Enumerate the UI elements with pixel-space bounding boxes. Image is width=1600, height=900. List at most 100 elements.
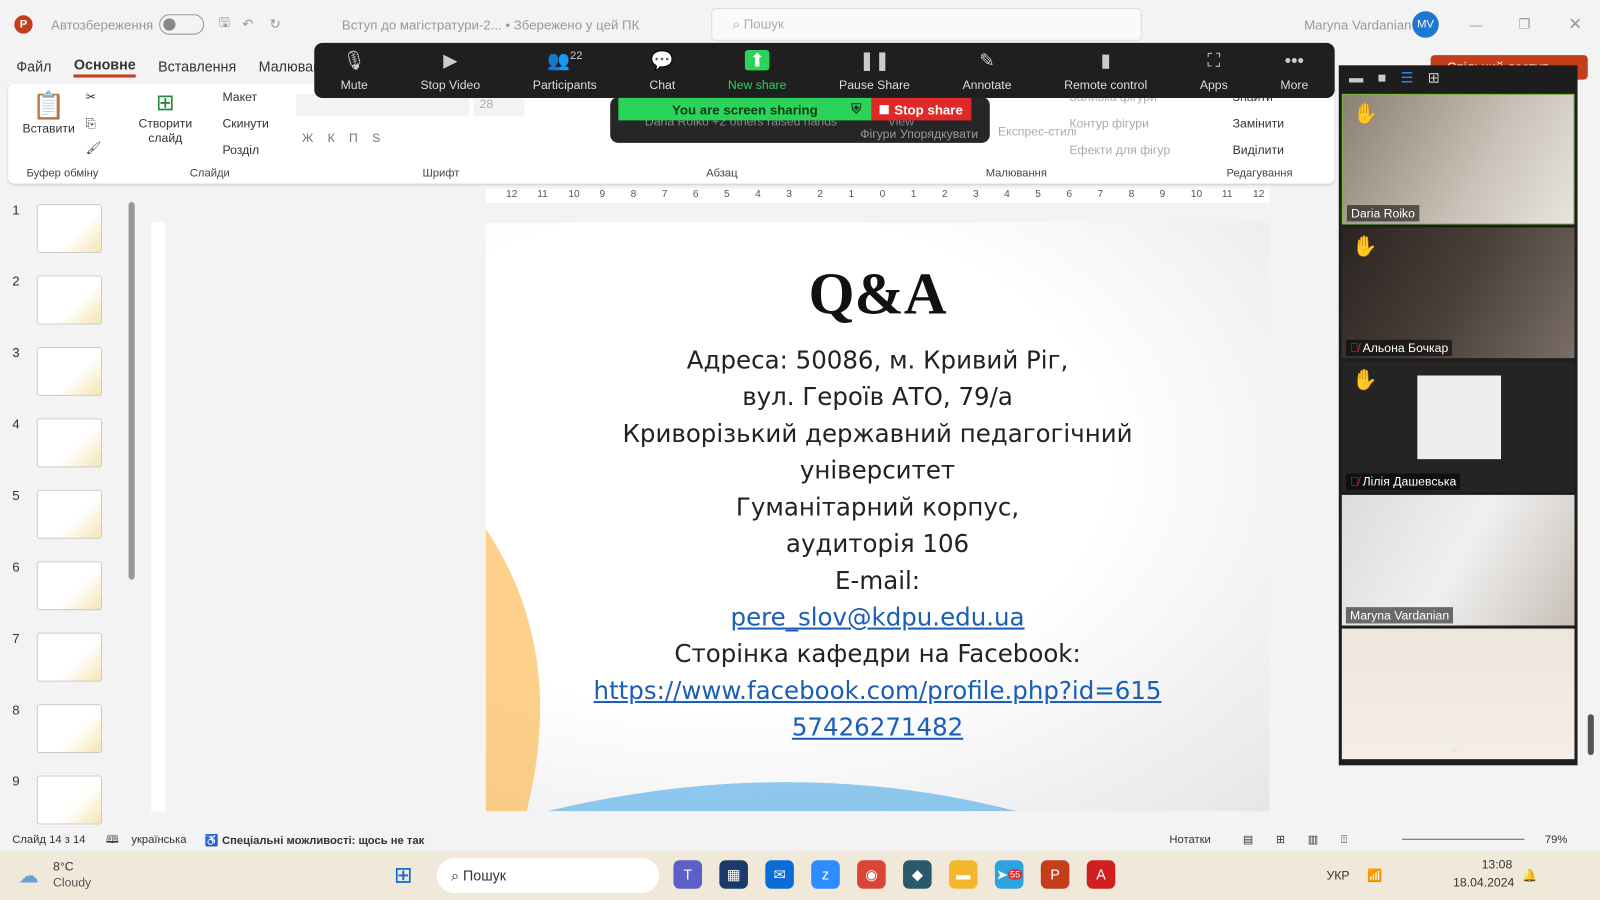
slide-canvas[interactable]: Q&A Адреса: 50086, м. Кривий Ріг, вул. Ге…: [485, 222, 1270, 812]
slide-number: 3: [12, 344, 20, 361]
clock-date[interactable]: 18.04.2024: [1453, 876, 1514, 890]
close-button[interactable]: ✕: [1568, 14, 1582, 34]
slide-thumbnail[interactable]: [36, 775, 103, 825]
cut-icon[interactable]: ✂: [86, 90, 96, 104]
zoom-slider[interactable]: [1402, 838, 1525, 840]
language[interactable]: українська: [131, 834, 186, 846]
zoom-stop-video-button[interactable]: ▶ Stop Video: [420, 49, 480, 91]
arrange-button[interactable]: Упорядкувати: [900, 127, 978, 141]
spellcheck-icon[interactable]: 🕮: [106, 830, 119, 849]
participant-video-tile[interactable]: [1341, 628, 1575, 760]
folder-icon[interactable]: ▬: [948, 860, 978, 889]
clock-time[interactable]: 13:08: [1482, 857, 1513, 871]
doc-title[interactable]: Вступ до магістратури-2... • Збережено у…: [342, 17, 639, 32]
redo-icon[interactable]: ↻: [270, 16, 281, 32]
copy-icon[interactable]: ⎘: [86, 116, 96, 131]
scroll-down-icon[interactable]: ⌄: [1449, 741, 1459, 755]
shapes-button[interactable]: Фігури: [860, 127, 896, 141]
autosave-label: Автозбереження: [51, 16, 154, 33]
notification-bell-icon[interactable]: 🔔: [1522, 868, 1537, 882]
zoom-pause-share-button[interactable]: ❚❚ Pause Share: [839, 49, 910, 91]
zoom-mute-button[interactable]: 🎙 Mute: [341, 49, 368, 91]
slide-thumbnail[interactable]: [36, 346, 103, 396]
slide-thumbnail[interactable]: [36, 489, 103, 539]
participant-video-tile[interactable]: ✋ 🎙̸ Альона Бочкар: [1341, 227, 1575, 359]
chrome-icon[interactable]: ◉: [857, 860, 886, 889]
zoom-annotate-button[interactable]: ✎ Annotate: [962, 49, 1011, 91]
font-format-buttons[interactable]: ЖКПS: [302, 131, 395, 145]
slide-thumbnail[interactable]: [36, 704, 103, 754]
shape-outline-button[interactable]: Контур фігури: [1069, 116, 1149, 130]
mail-icon[interactable]: ✉: [765, 860, 794, 889]
stop-share-button[interactable]: Stop share: [871, 97, 972, 121]
powerpoint-icon[interactable]: P: [1040, 860, 1070, 889]
participant-video-tile[interactable]: ✋ 🎙̸ Лілія Дашевська: [1341, 361, 1575, 492]
shape-effects-button[interactable]: Ефекти для фігур: [1069, 143, 1170, 157]
undo-icon[interactable]: ↶: [242, 16, 253, 32]
apps-icon: ⛶: [1207, 49, 1221, 70]
participant-video-tile[interactable]: Maryna Vardanian: [1341, 494, 1575, 626]
ruler-tick: 10: [568, 188, 580, 200]
tab-home[interactable]: Основне: [73, 56, 136, 78]
zoom-new-share-button[interactable]: ⬆ New share: [728, 49, 786, 91]
participant-name: Maryna Vardanian: [1345, 607, 1454, 624]
wifi-icon[interactable]: 📶: [1367, 868, 1382, 882]
email-link[interactable]: pere_slov@kdpu.edu.ua: [731, 603, 1025, 632]
tab-insert[interactable]: Вставлення: [158, 58, 236, 74]
new-slide-button[interactable]: ⊞ Створити слайд: [137, 90, 194, 145]
restore-button[interactable]: ❐: [1518, 16, 1530, 32]
paste-button[interactable]: 📋 Вставити: [22, 90, 74, 136]
teams-icon[interactable]: T: [673, 860, 703, 889]
ribbon-tabs: Файл Основне Вставлення Малювання: [0, 53, 337, 80]
telegram-badge: 55: [1008, 869, 1023, 880]
text-styles-button[interactable]: Експрес-стилі: [998, 124, 1077, 138]
view-buttons[interactable]: ▤⊞▥⍐: [1243, 833, 1370, 847]
zoom-more-button[interactable]: ••• More: [1280, 49, 1308, 91]
minimize-button[interactable]: —: [1469, 17, 1482, 32]
start-button[interactable]: ⊞: [394, 862, 413, 889]
zoom-meeting-toolbar: 🎙 Mute ▶ Stop Video 👥22 Participants 💬 Chat ⬆ New…: [314, 42, 1335, 98]
slide-number: 6: [12, 559, 20, 575]
acrobat-icon[interactable]: A: [1086, 860, 1116, 889]
tab-file[interactable]: Файл: [16, 58, 51, 74]
save-icon[interactable]: 🖫: [219, 13, 230, 35]
slide-thumbnail[interactable]: [36, 204, 103, 254]
tray-lang[interactable]: УКР: [1327, 868, 1350, 882]
right-scrollbar[interactable]: [1587, 714, 1594, 756]
zoom-apps-button[interactable]: ⛶ Apps: [1200, 49, 1228, 91]
search-input[interactable]: ⌕ Пошук: [711, 8, 1142, 41]
store-icon[interactable]: ▦: [719, 860, 748, 889]
avatar[interactable]: MV: [1412, 11, 1439, 38]
app-icon[interactable]: ◆: [903, 860, 932, 889]
facebook-link[interactable]: https://www.facebook.com/profile.php?id=…: [594, 677, 1162, 706]
ruler-tick: 5: [723, 188, 730, 200]
ruler-tick: 12: [506, 188, 518, 200]
accessibility-status[interactable]: ♿ Спеціальні можливості: щось не так: [205, 833, 424, 846]
taskbar-search[interactable]: ⌕ Пошук: [436, 858, 660, 893]
slide-thumbnail[interactable]: [36, 632, 103, 682]
replace-button[interactable]: Замінити: [1233, 116, 1284, 130]
select-button[interactable]: Виділити: [1233, 143, 1284, 157]
ruler-tick: 6: [692, 188, 699, 200]
section-button[interactable]: Розділ: [222, 143, 259, 157]
slide-thumbnail[interactable]: [36, 275, 103, 325]
zoom-level[interactable]: 79%: [1545, 834, 1567, 846]
thumbnails-scrollbar[interactable]: [128, 202, 135, 580]
taskbar: ☁ 8°C Cloudy ⊞ ⌕ Пошук T ▦ ✉ z ◉ ◆ ▬ ➤ 55 P A УКР …: [0, 851, 1600, 900]
zoom-participants-button[interactable]: 👥22 Participants: [533, 49, 597, 91]
ruler-tick: 12: [1253, 188, 1265, 200]
zoom-icon[interactable]: z: [811, 860, 840, 889]
view-mode-controls[interactable]: ▬■☰⊞: [1339, 65, 1578, 94]
layout-button[interactable]: Макет: [222, 90, 257, 104]
slide-thumbnail[interactable]: [36, 561, 103, 611]
reset-button[interactable]: Скинути: [222, 116, 268, 130]
telegram-icon[interactable]: ➤ 55: [994, 860, 1024, 889]
autosave-toggle[interactable]: [159, 14, 205, 35]
format-painter-icon[interactable]: 🖌: [86, 141, 102, 155]
facebook-link-cont[interactable]: 57426271482: [792, 713, 963, 742]
slide-thumbnail[interactable]: [36, 418, 103, 468]
zoom-remote-control-button[interactable]: ▮ Remote control: [1064, 49, 1147, 91]
notes-button[interactable]: Нотатки: [1169, 834, 1210, 846]
participant-video-tile[interactable]: ✋ Daria Roiko: [1341, 93, 1575, 225]
zoom-chat-button[interactable]: 💬 Chat: [649, 49, 675, 91]
